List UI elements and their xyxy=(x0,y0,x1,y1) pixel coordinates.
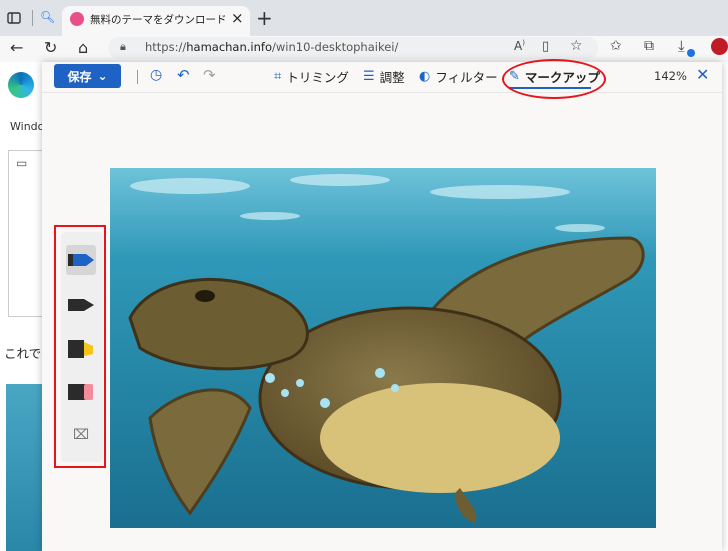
url-text[interactable]: https://hamachan.info/win10-desktophaike… xyxy=(145,40,398,54)
downloads-badge xyxy=(687,49,695,57)
adjust-icon: ☰ xyxy=(363,69,375,84)
tab-search-icon[interactable]: 🔍︎ xyxy=(40,10,55,24)
tab-actions-icon[interactable] xyxy=(6,10,22,26)
tab-divider xyxy=(32,10,33,26)
back-icon[interactable]: ← xyxy=(10,38,23,57)
tab-adjust[interactable]: ☰ 調整 xyxy=(363,67,405,86)
url-path: /win10-desktophaikei/ xyxy=(272,40,399,54)
chevron-down-icon: ⌄ xyxy=(97,69,108,83)
crop-icon: ⌗ xyxy=(274,69,282,84)
profile-avatar[interactable] xyxy=(711,38,728,55)
page-image xyxy=(6,384,42,551)
zoom-level: 142% xyxy=(654,69,687,83)
tab-favicon-icon xyxy=(70,12,84,26)
read-aloud-icon[interactable]: A) xyxy=(514,39,525,53)
favorites-icon[interactable]: ✩ xyxy=(610,38,622,54)
undo-icon[interactable]: ↶ xyxy=(177,66,190,84)
lock-icon[interactable]: 🔒︎ xyxy=(120,40,126,54)
page-text-kore: これで xyxy=(4,346,42,361)
page-settings-box xyxy=(8,150,44,317)
add-favorite-icon[interactable]: ☆ xyxy=(570,38,583,54)
page-text-windows: Windo xyxy=(10,120,45,133)
new-tab-icon[interactable]: + xyxy=(256,6,273,30)
annotation-rectangle xyxy=(54,225,106,468)
tab-title: 無料のテーマをダウンロードして壁紙！ xyxy=(90,14,225,26)
url-host: hamachan.info xyxy=(186,40,272,54)
tab-close-icon[interactable]: × xyxy=(231,9,244,27)
adjust-label: 調整 xyxy=(379,70,405,85)
history-icon[interactable]: ◷ xyxy=(150,67,162,83)
refresh-icon[interactable]: ↻ xyxy=(44,38,57,57)
close-icon[interactable]: ✕ xyxy=(696,65,709,84)
annotation-ellipse xyxy=(502,59,606,99)
filter-label: フィルター xyxy=(435,70,498,85)
redo-icon[interactable]: ↷ xyxy=(203,66,216,84)
collections-icon[interactable]: ⧉ xyxy=(644,38,654,54)
edge-logo-icon xyxy=(8,72,34,98)
display-icon: ▭ xyxy=(16,156,28,170)
crop-label: トリミング xyxy=(286,70,349,85)
save-label: 保存 xyxy=(67,69,92,84)
tab-crop[interactable]: ⌗ トリミング xyxy=(274,67,349,86)
turtle-photo[interactable] xyxy=(110,168,656,528)
toolbar-divider xyxy=(137,70,138,84)
tab-filter[interactable]: ◐ フィルター xyxy=(419,67,498,86)
save-button[interactable]: 保存 ⌄ xyxy=(54,64,121,88)
filter-icon: ◐ xyxy=(419,69,431,84)
home-icon[interactable]: ⌂ xyxy=(78,38,88,57)
downloads-icon[interactable]: ⤓ xyxy=(678,37,685,55)
url-scheme: https:// xyxy=(145,40,187,54)
immersive-reader-icon[interactable]: ▯ xyxy=(542,39,549,54)
